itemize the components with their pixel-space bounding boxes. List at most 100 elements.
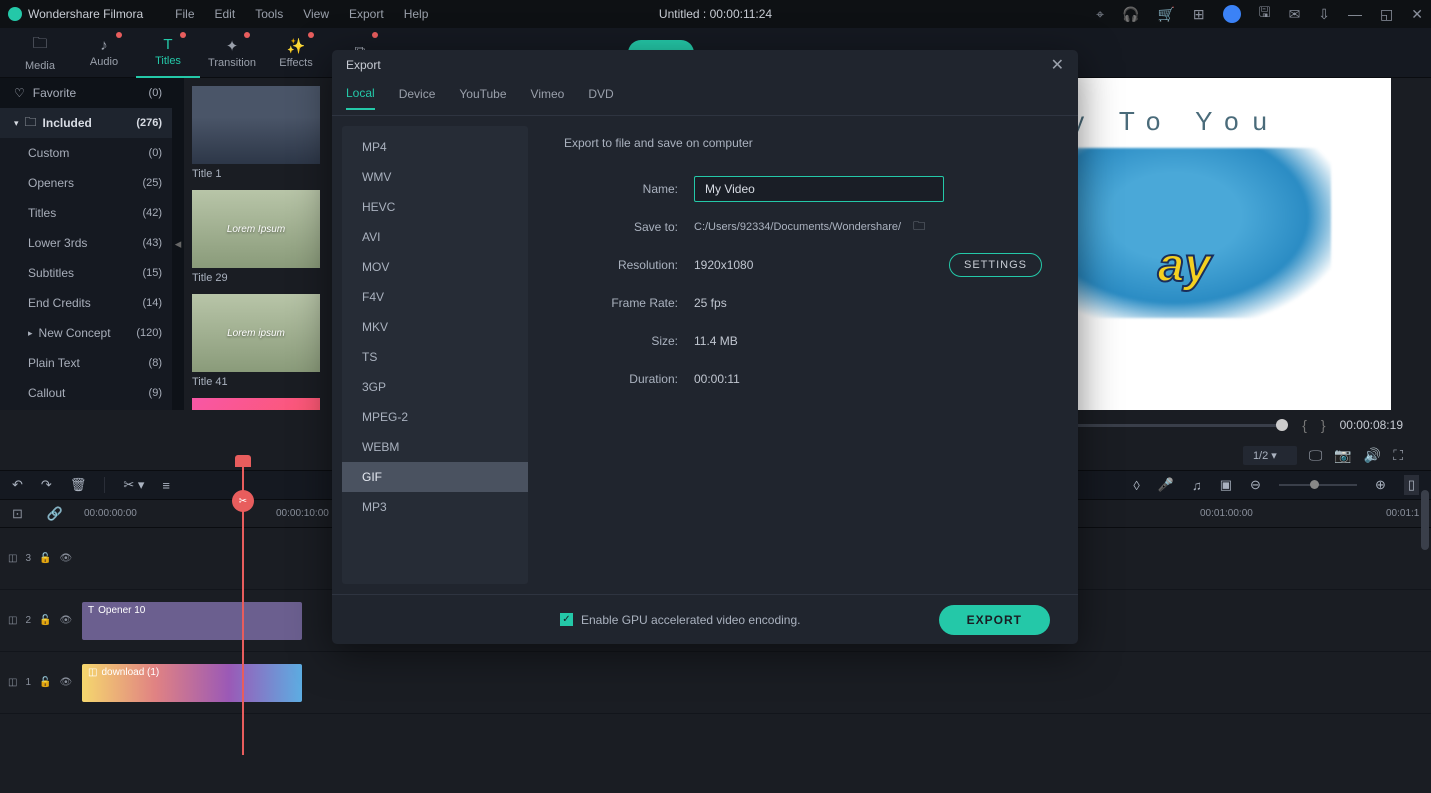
menu-export[interactable]: Export <box>349 7 384 21</box>
duration-label: Duration: <box>564 372 694 386</box>
sidebar-item-endcredits[interactable]: End Credits(14) <box>0 288 172 318</box>
avatar[interactable] <box>1223 5 1241 23</box>
browse-folder-icon[interactable]: 🗀 <box>913 217 925 238</box>
tip-icon[interactable]: ⌖ <box>1096 6 1104 23</box>
export-tab-dvd[interactable]: DVD <box>588 87 613 109</box>
minimize-icon[interactable]: — <box>1348 6 1362 22</box>
fit-icon[interactable]: ▯ <box>1404 475 1419 495</box>
marker-icon[interactable]: ◊ <box>1133 478 1139 493</box>
fmt-webm[interactable]: WEBM <box>342 432 528 462</box>
menu-edit[interactable]: Edit <box>215 7 236 21</box>
cart-icon[interactable]: 🛒 <box>1157 6 1174 23</box>
progress-slider-remaining[interactable] <box>1055 424 1288 427</box>
settings-button[interactable]: SETTINGS <box>949 253 1042 277</box>
fmt-mpeg2[interactable]: MPEG-2 <box>342 402 528 432</box>
mail-icon[interactable]: ✉ <box>1289 6 1301 23</box>
zoom-in-icon[interactable]: ⊕ <box>1375 477 1386 493</box>
sidebar-item-subtitles[interactable]: Subtitles(15) <box>0 258 172 288</box>
save-icon[interactable]: 🖫 <box>1259 2 1271 26</box>
zoom-select[interactable]: 1/2 ▾ <box>1243 446 1297 465</box>
tab-audio[interactable]: ♪Audio <box>72 28 136 78</box>
tab-titles[interactable]: TTitles <box>136 28 200 78</box>
playhead-knob[interactable]: ✂ <box>232 490 254 512</box>
caption-icon[interactable]: ▣ <box>1220 477 1232 493</box>
export-tab-youtube[interactable]: YouTube <box>459 87 506 109</box>
sidebar-item-plaintext[interactable]: Plain Text(8) <box>0 348 172 378</box>
tab-effects[interactable]: ✨Effects <box>264 28 328 78</box>
eye-icon[interactable]: 👁 <box>59 677 72 688</box>
clip-download1[interactable]: ◫download (1) <box>82 664 302 702</box>
menu-view[interactable]: View <box>303 7 329 21</box>
fmt-avi[interactable]: AVI <box>342 222 528 252</box>
collapse-handle[interactable]: ◂ <box>172 78 184 410</box>
sidebar-item-lower3rds[interactable]: Lower 3rds(43) <box>0 228 172 258</box>
eye-icon[interactable]: 👁 <box>59 615 72 626</box>
sidebar-item-openers[interactable]: Openers(25) <box>0 168 172 198</box>
redo-icon[interactable]: ↷ <box>41 477 52 493</box>
fullscreen-icon[interactable]: ⛶ <box>1393 447 1403 464</box>
fmt-mov[interactable]: MOV <box>342 252 528 282</box>
lock-icon[interactable]: 🔓 <box>39 615 51 626</box>
fmt-3gp[interactable]: 3GP <box>342 372 528 402</box>
zoom-slider[interactable] <box>1279 484 1357 486</box>
volume-icon[interactable]: 🔊 <box>1364 447 1381 464</box>
menu-tools[interactable]: Tools <box>255 7 283 21</box>
clip-opener10[interactable]: TOpener 10 <box>82 602 302 640</box>
lock-icon[interactable]: 🔓 <box>39 553 51 564</box>
maximize-icon[interactable]: ◱ <box>1380 6 1393 23</box>
menu-file[interactable]: File <box>175 7 194 21</box>
export-tab-vimeo[interactable]: Vimeo <box>531 87 565 109</box>
mark-out-icon[interactable]: } <box>1321 417 1326 433</box>
display-icon[interactable]: 🖵 <box>1309 447 1323 464</box>
export-button[interactable]: EXPORT <box>939 605 1050 635</box>
track-type-icon: ◫ <box>8 677 17 688</box>
fmt-mp4[interactable]: MP4 <box>342 132 528 162</box>
menu-help[interactable]: Help <box>404 7 429 21</box>
delete-icon[interactable]: 🗑 <box>70 477 87 493</box>
name-input[interactable] <box>694 176 944 202</box>
undo-icon[interactable]: ↶ <box>12 477 23 493</box>
menu-bar: File Edit Tools View Export Help <box>175 7 428 21</box>
close-icon[interactable]: ✕ <box>1051 55 1064 75</box>
sidebar-item-custom[interactable]: Custom(0) <box>0 138 172 168</box>
title-thumb-1[interactable] <box>192 86 320 164</box>
title-thumb-4[interactable]: TITLE HERE <box>192 398 320 410</box>
gift-icon[interactable]: ⊞ <box>1193 6 1205 23</box>
export-title: Export <box>346 58 381 72</box>
sidebar-item-newconcept[interactable]: ▸New Concept(120) <box>0 318 172 348</box>
voiceover-icon[interactable]: 🎤 <box>1158 477 1174 493</box>
title-thumb-41[interactable]: Lorem ipsum <box>192 294 320 372</box>
mic-icon[interactable]: ⇩ <box>1318 6 1330 23</box>
export-tab-device[interactable]: Device <box>399 87 436 109</box>
fmt-mp3[interactable]: MP3 <box>342 492 528 522</box>
sidebar-favorite[interactable]: ♡Favorite(0) <box>0 78 172 108</box>
eye-icon[interactable]: 👁 <box>59 553 72 564</box>
mark-in-icon[interactable]: { <box>1302 417 1307 433</box>
sidebar-included[interactable]: ▾🗀Included(276) <box>0 108 172 138</box>
adjust-icon[interactable]: ≡ <box>162 478 170 493</box>
link-icon[interactable]: 🔗 <box>47 506 63 522</box>
sidebar-item-titles[interactable]: Titles(42) <box>0 198 172 228</box>
gpu-checkbox[interactable]: ✓ <box>560 613 573 626</box>
close-icon[interactable]: ✕ <box>1411 6 1423 23</box>
title-thumb-29[interactable]: Lorem Ipsum <box>192 190 320 268</box>
timeline-scrollbar[interactable] <box>1421 490 1429 550</box>
snapshot-icon[interactable]: 📷 <box>1334 447 1351 464</box>
fmt-f4v[interactable]: F4V <box>342 282 528 312</box>
export-tab-local[interactable]: Local <box>346 86 375 110</box>
fmt-gif[interactable]: GIF <box>342 462 528 492</box>
lock-icon[interactable]: 🔓 <box>39 677 51 688</box>
cut-icon[interactable]: ✂ ▾ <box>123 477 144 493</box>
tab-media[interactable]: 🗀Media <box>8 28 72 78</box>
fmt-wmv[interactable]: WMV <box>342 162 528 192</box>
fmt-ts[interactable]: TS <box>342 342 528 372</box>
music-icon[interactable]: ♫ <box>1192 478 1202 493</box>
fmt-hevc[interactable]: HEVC <box>342 192 528 222</box>
sidebar-item-callout[interactable]: Callout(9) <box>0 378 172 408</box>
headset-icon[interactable]: 🎧 <box>1122 6 1139 23</box>
tab-transition[interactable]: ✦Transition <box>200 28 264 78</box>
fmt-mkv[interactable]: MKV <box>342 312 528 342</box>
manage-tracks-icon[interactable]: ⊡ <box>12 506 23 522</box>
zoom-out-icon[interactable]: ⊖ <box>1250 477 1261 493</box>
track-1[interactable]: ◫1🔓👁 ◫download (1) <box>0 652 1431 714</box>
